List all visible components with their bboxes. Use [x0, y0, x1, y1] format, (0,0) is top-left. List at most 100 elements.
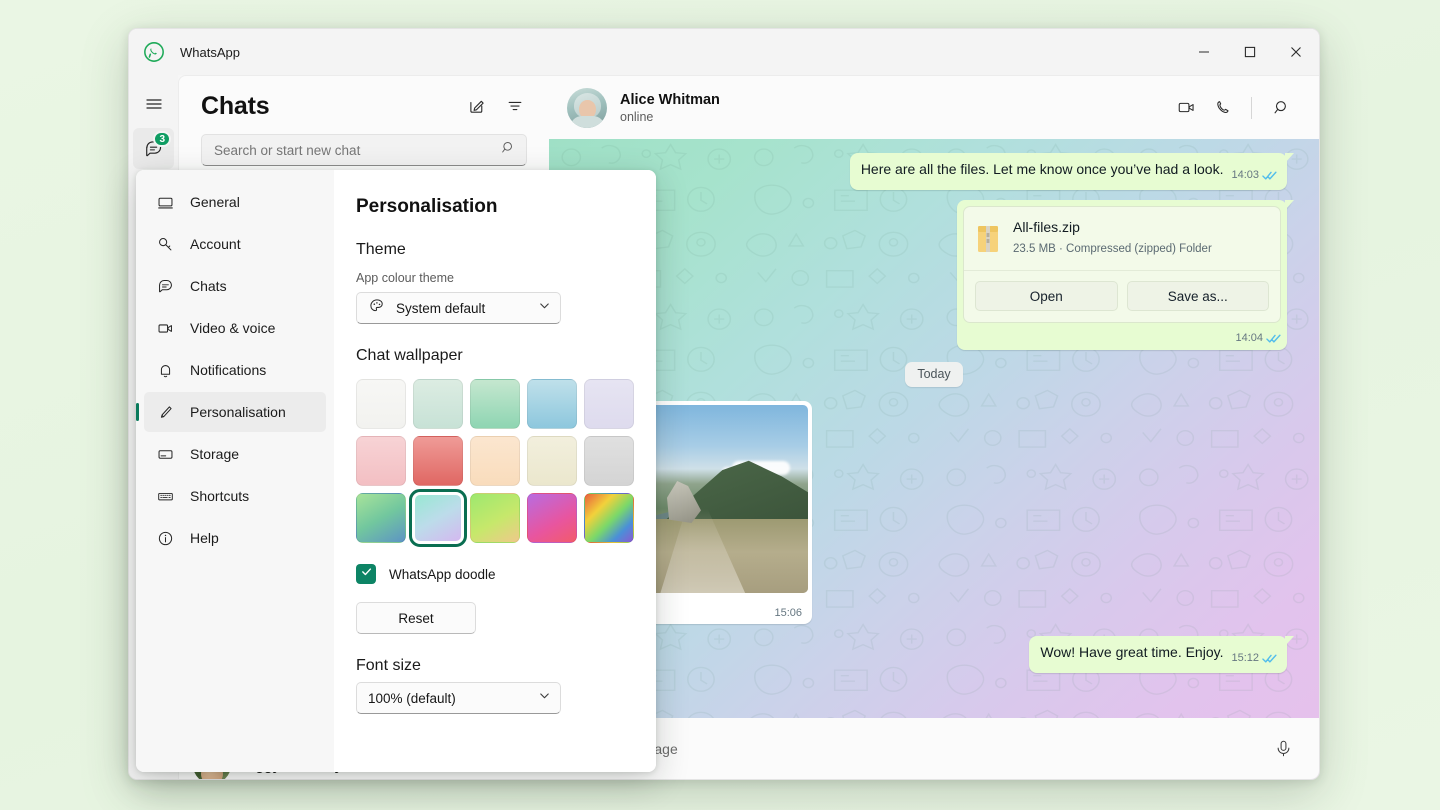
message-bubble[interactable]: Wow! Have great time. Enjoy. 15:12 — [1029, 636, 1287, 673]
wallpaper-swatch-green-blue[interactable] — [356, 493, 406, 543]
day-divider-pill: Today — [905, 362, 962, 387]
settings-flyout: General Account Chats Video & voice Noti — [136, 170, 656, 772]
sidebar-item-video-voice[interactable]: Video & voice — [144, 308, 326, 348]
search-box[interactable] — [201, 134, 527, 166]
conversation-header: Alice Whitman online — [549, 76, 1319, 139]
app-colour-theme-dropdown[interactable]: System default — [356, 292, 561, 324]
message-list: Here are all the files. Let me know once… — [549, 139, 1319, 779]
sidebar-item-label: Storage — [190, 446, 239, 462]
keyboard-icon — [154, 488, 176, 505]
message-meta: 14:04 — [1235, 329, 1281, 348]
rail-item-chats[interactable]: 3 — [133, 128, 174, 169]
message-meta: 15:06 — [774, 604, 802, 623]
palette-icon — [368, 297, 386, 320]
title-bar: WhatsApp — [129, 29, 1319, 75]
message-time: 15:06 — [774, 604, 802, 623]
sidebar-item-label: Account — [190, 236, 241, 252]
wallpaper-swatch-rainbow[interactable] — [584, 493, 634, 543]
sidebar-item-label: Chats — [190, 278, 227, 294]
font-size-heading: Font size — [356, 657, 628, 675]
search-in-chat-icon[interactable] — [1265, 92, 1297, 124]
wallpaper-swatch-peach[interactable] — [470, 436, 520, 486]
wallpaper-swatch-green[interactable] — [470, 379, 520, 429]
wallpaper-swatch-cream[interactable] — [527, 436, 577, 486]
settings-page-title: Personalisation — [356, 196, 628, 218]
message-input[interactable]: Type a message — [563, 729, 1267, 769]
font-size-dropdown[interactable]: 100% (default) — [356, 682, 561, 714]
microphone-icon[interactable] — [1267, 733, 1299, 765]
font-size-value: 100% (default) — [368, 691, 456, 706]
video-call-icon[interactable] — [1170, 92, 1202, 124]
voice-call-icon[interactable] — [1206, 92, 1238, 124]
wallpaper-swatch-red[interactable] — [413, 436, 463, 486]
window-title: WhatsApp — [180, 45, 240, 60]
file-message-bubble[interactable]: All-files.zip 23.5 MB · Compressed (zipp… — [957, 200, 1287, 350]
sidebar-item-label: Shortcuts — [190, 488, 249, 504]
message-text: Here are all the files. Let me know once… — [861, 161, 1224, 177]
sidebar-item-chats[interactable]: Chats — [144, 266, 326, 306]
wallpaper-swatch-magenta[interactable] — [527, 493, 577, 543]
sidebar-item-personalisation[interactable]: Personalisation — [144, 392, 326, 432]
wallpaper-swatch-pink-pale[interactable] — [356, 436, 406, 486]
read-receipt-icon — [1262, 170, 1277, 181]
whatsapp-doodle-label: WhatsApp doodle — [389, 567, 496, 582]
sidebar-item-account[interactable]: Account — [144, 224, 326, 264]
window-controls — [1181, 29, 1319, 75]
message-bubble[interactable]: Here are all the files. Let me know once… — [850, 153, 1287, 190]
wallpaper-swatch-mint-pale[interactable] — [413, 379, 463, 429]
whatsapp-doodle-checkbox[interactable] — [356, 564, 376, 584]
monitor-icon — [154, 194, 176, 211]
conversation-meta: Alice Whitman online — [620, 92, 720, 124]
search-wrap — [179, 130, 549, 166]
contact-status: online — [620, 110, 720, 124]
wallpaper-swatch-blue[interactable] — [527, 379, 577, 429]
maximize-button[interactable] — [1227, 29, 1273, 75]
message-composer: Type a message — [549, 718, 1319, 779]
info-circle-icon — [154, 530, 176, 547]
chat-list-header: Chats — [179, 76, 549, 130]
wallpaper-swatch-grey[interactable] — [584, 436, 634, 486]
sidebar-item-general[interactable]: General — [144, 182, 326, 222]
sidebar-item-help[interactable]: Help — [144, 518, 326, 558]
paintbrush-icon — [154, 404, 176, 421]
message-row: Here are all the files. Let me know once… — [581, 153, 1287, 190]
sidebar-item-storage[interactable]: Storage — [144, 434, 326, 474]
app-colour-theme-label: App colour theme — [356, 271, 628, 285]
search-input[interactable] — [214, 143, 501, 158]
page-title: Chats — [201, 92, 269, 121]
close-button[interactable] — [1273, 29, 1319, 75]
message-meta: 15:12 — [1231, 649, 1277, 668]
wallpaper-swatch-white[interactable] — [356, 379, 406, 429]
filter-icon[interactable] — [499, 90, 531, 122]
wallpaper-swatch-lavender[interactable] — [584, 379, 634, 429]
file-card: All-files.zip 23.5 MB · Compressed (zipp… — [963, 206, 1281, 323]
save-as-button[interactable]: Save as... — [1127, 281, 1270, 311]
chat-wallpaper: Here are all the files. Let me know once… — [549, 139, 1319, 779]
file-card-buttons: Open Save as... — [964, 271, 1280, 322]
sidebar-item-label: Notifications — [190, 362, 266, 378]
contact-avatar[interactable] — [567, 88, 607, 128]
day-divider-row: Today — [581, 362, 1287, 387]
whatsapp-logo-icon — [143, 41, 165, 63]
chevron-down-icon — [538, 689, 551, 707]
sidebar-item-label: Personalisation — [190, 404, 286, 420]
compose-new-chat-icon[interactable] — [461, 90, 493, 122]
sidebar-item-label: General — [190, 194, 240, 210]
whatsapp-doodle-row[interactable]: WhatsApp doodle — [356, 564, 628, 584]
message-time: 14:04 — [1235, 329, 1263, 348]
search-icon — [501, 140, 516, 160]
sidebar-item-notifications[interactable]: Notifications — [144, 350, 326, 390]
message-row: here! 15:06 — [567, 401, 1287, 624]
sidebar-item-shortcuts[interactable]: Shortcuts — [144, 476, 326, 516]
message-time: 15:12 — [1231, 649, 1259, 668]
wallpaper-swatch-aqua-violet[interactable] — [413, 493, 463, 543]
file-name: All-files.zip — [1013, 218, 1212, 237]
wallpaper-swatch-lime[interactable] — [470, 493, 520, 543]
reset-button[interactable]: Reset — [356, 602, 476, 634]
read-receipt-icon — [1262, 653, 1277, 664]
chats-unread-badge: 3 — [153, 131, 171, 147]
hamburger-menu-icon[interactable] — [133, 83, 174, 124]
minimize-button[interactable] — [1181, 29, 1227, 75]
open-button[interactable]: Open — [975, 281, 1118, 311]
divider — [1251, 97, 1252, 119]
